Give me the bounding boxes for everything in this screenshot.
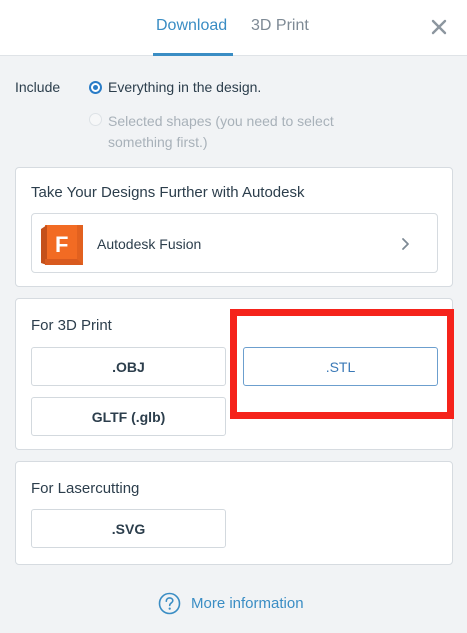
autodesk-fusion-logo: F [41, 225, 83, 265]
autodesk-fusion-label: Autodesk Fusion [97, 236, 202, 252]
active-tab-indicator [153, 53, 233, 56]
3d-print-card: For 3D Print .OBJ .STL GLTF (.glb) [15, 298, 453, 450]
gltf-button[interactable]: GLTF (.glb) [31, 397, 226, 436]
help-circle-icon [158, 592, 181, 615]
radio-selected-shapes: Selected shapes (you need to select some… [89, 111, 459, 153]
close-icon[interactable] [428, 16, 450, 38]
radio-selected-shapes-label: Selected shapes (you need to select some… [108, 113, 334, 150]
radio-everything-label: Everything in the design. [108, 79, 262, 95]
obj-button[interactable]: .OBJ [31, 347, 226, 386]
radio-disabled-icon [89, 113, 102, 126]
3d-print-card-title: For 3D Print [31, 317, 112, 334]
svg-button[interactable]: .SVG [31, 509, 226, 548]
dialog-header: Download 3D Print [0, 0, 467, 56]
svg-text:F: F [55, 232, 68, 257]
more-information-label: More information [191, 595, 304, 612]
stl-button[interactable]: .STL [243, 347, 438, 386]
autodesk-card-title: Take Your Designs Further with Autodesk [31, 184, 305, 201]
lasercutting-card: For Lasercutting .SVG [15, 461, 453, 565]
chevron-right-icon [402, 238, 409, 250]
tab-download[interactable]: Download [156, 17, 227, 35]
lasercutting-card-title: For Lasercutting [31, 480, 140, 497]
tab-3d-print[interactable]: 3D Print [251, 17, 309, 35]
autodesk-fusion-link[interactable]: F Autodesk Fusion [31, 213, 438, 273]
radio-everything[interactable]: Everything in the design. [89, 79, 261, 95]
autodesk-card: Take Your Designs Further with Autodesk … [15, 167, 453, 287]
include-label: Include [15, 79, 61, 95]
radio-selected-icon[interactable] [89, 81, 102, 94]
more-information-link[interactable]: More information [158, 592, 304, 615]
